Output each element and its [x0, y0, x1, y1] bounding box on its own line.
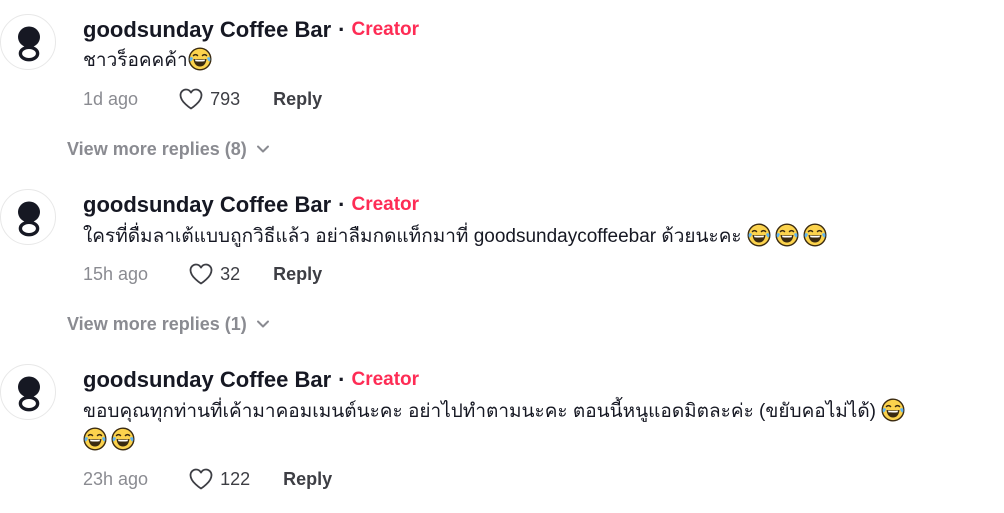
tears-of-joy-emoji-icon: [775, 223, 799, 247]
reply-button[interactable]: Reply: [273, 264, 322, 285]
chevron-down-icon: [255, 141, 271, 157]
username[interactable]: goodsunday Coffee Bar: [83, 367, 331, 393]
comment-text-content: ขอบคุณทุกท่านที่เค้ามาคอมเมนต์นะคะ อย่าไ…: [83, 401, 876, 422]
username[interactable]: goodsunday Coffee Bar: [83, 192, 331, 218]
avatar[interactable]: [0, 189, 56, 245]
comment-text-content: ชาวร็อคคค้า: [83, 50, 188, 71]
tears-of-joy-emoji-icon: [188, 47, 212, 71]
heart-outline-icon[interactable]: [188, 262, 214, 286]
separator-dot: ·: [338, 192, 346, 217]
heart-outline-icon[interactable]: [178, 87, 204, 111]
comment-meta: 15h ago 32 Reply: [83, 259, 322, 289]
like-count: 793: [210, 88, 241, 109]
separator-dot: ·: [338, 367, 346, 392]
comment-header: goodsunday Coffee Bar · Creator: [83, 190, 419, 220]
goodsunday-logo-icon: [1, 365, 57, 421]
timestamp: 15h ago: [83, 263, 149, 284]
tears-of-joy-emoji-icon: [83, 427, 107, 451]
comment-text-continued: [83, 426, 139, 456]
view-more-replies-button[interactable]: View more replies (1): [67, 311, 271, 337]
reply-button[interactable]: Reply: [273, 89, 322, 110]
tears-of-joy-emoji-icon: [111, 427, 135, 451]
chevron-down-icon: [255, 316, 271, 332]
goodsunday-logo-icon: [1, 15, 57, 71]
timestamp: 1d ago: [83, 88, 139, 109]
creator-badge: Creator: [351, 194, 420, 215]
like-button[interactable]: 793: [178, 87, 240, 111]
comment-header: goodsunday Coffee Bar · Creator: [83, 365, 419, 395]
avatar[interactable]: [0, 14, 56, 70]
like-count: 122: [220, 468, 251, 489]
creator-badge: Creator: [351, 369, 420, 390]
view-more-replies-button[interactable]: View more replies (8): [67, 136, 271, 162]
comment-meta: 23h ago 122 Reply: [83, 464, 332, 494]
goodsunday-logo-icon: [1, 190, 57, 246]
like-button[interactable]: 32: [188, 262, 240, 286]
view-more-label: View more replies (1): [67, 313, 247, 334]
username[interactable]: goodsunday Coffee Bar: [83, 17, 331, 43]
comment-text: ชาวร็อคคค้า: [83, 46, 216, 76]
comment-header: goodsunday Coffee Bar · Creator: [83, 15, 419, 45]
tears-of-joy-emoji-icon: [881, 398, 905, 422]
comment-meta: 1d ago 793 Reply: [83, 84, 322, 114]
comment-text: ใครที่ดื่มลาเต้แบบถูกวิธีแล้ว อย่าลืมกดแ…: [83, 222, 831, 252]
avatar[interactable]: [0, 364, 56, 420]
creator-badge: Creator: [351, 19, 420, 40]
timestamp: 23h ago: [83, 468, 149, 489]
comment-text: ขอบคุณทุกท่านที่เค้ามาคอมเมนต์นะคะ อย่าไ…: [83, 397, 909, 427]
reply-button[interactable]: Reply: [283, 469, 332, 490]
view-more-label: View more replies (8): [67, 138, 247, 159]
like-button[interactable]: 122: [188, 467, 250, 491]
like-count: 32: [220, 263, 241, 284]
tears-of-joy-emoji-icon: [747, 223, 771, 247]
tears-of-joy-emoji-icon: [803, 223, 827, 247]
separator-dot: ·: [338, 17, 346, 42]
comment-text-content: ใครที่ดื่มลาเต้แบบถูกวิธีแล้ว อย่าลืมกดแ…: [83, 226, 742, 247]
heart-outline-icon[interactable]: [188, 467, 214, 491]
